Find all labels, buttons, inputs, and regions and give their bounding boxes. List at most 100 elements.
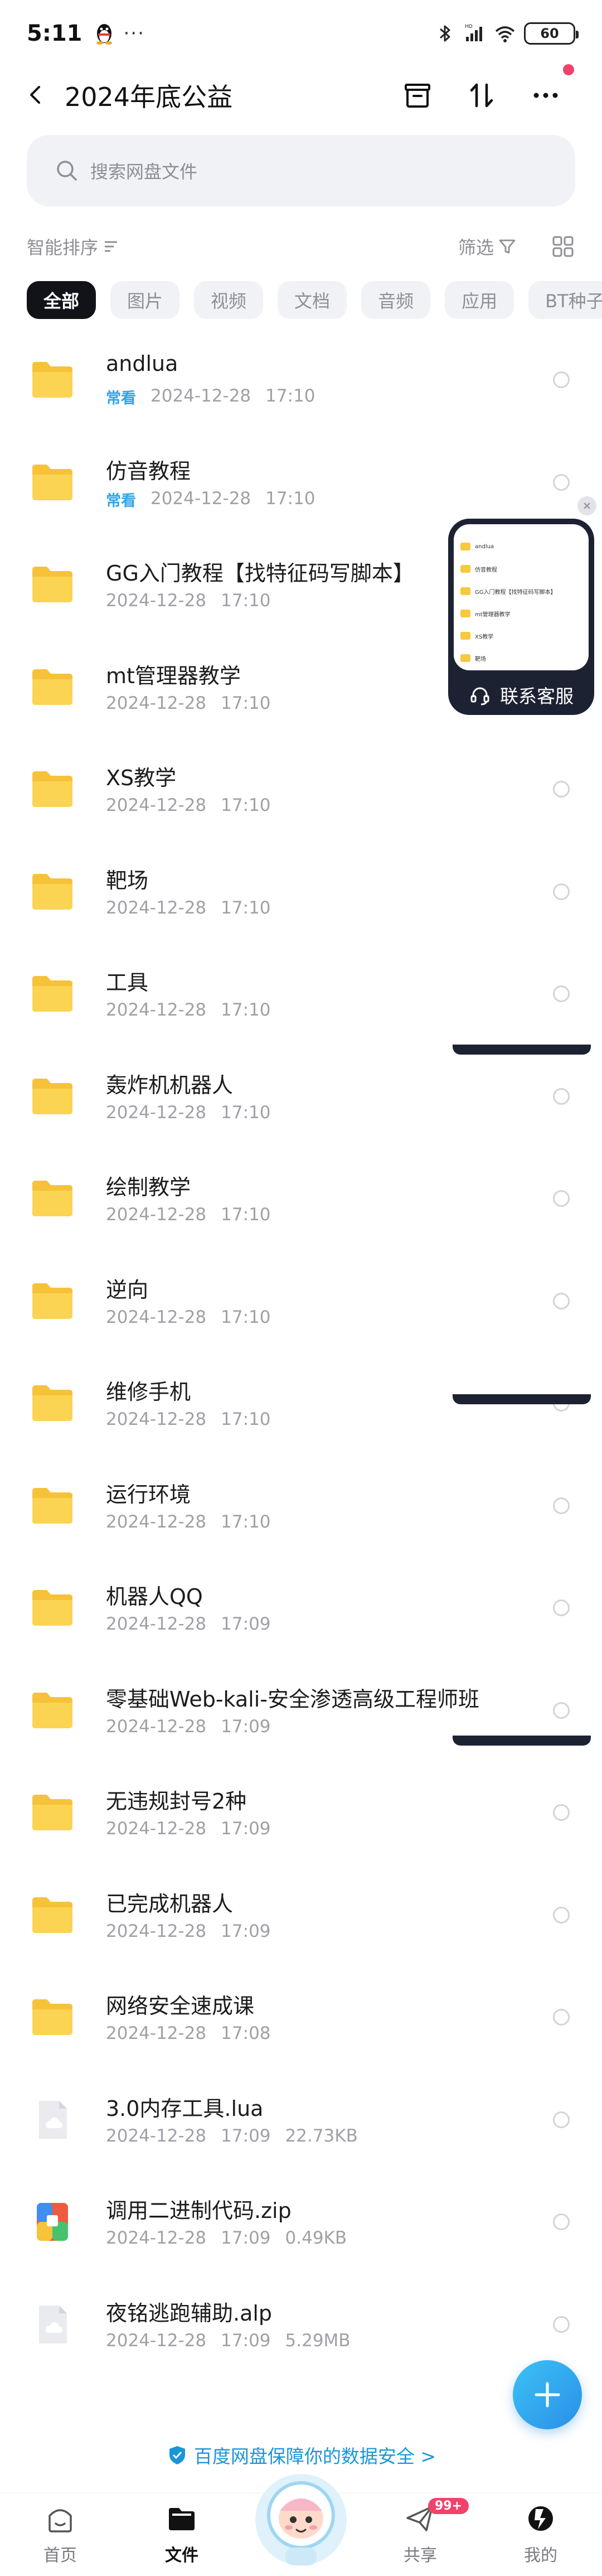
select-radio[interactable] bbox=[553, 2009, 570, 2026]
file-time: 17:09 bbox=[221, 1614, 271, 1634]
select-radio[interactable] bbox=[553, 371, 570, 388]
file-time: 17:09 bbox=[221, 1921, 271, 1941]
folder-icon bbox=[32, 669, 72, 705]
select-radio[interactable] bbox=[553, 1599, 570, 1616]
file-row[interactable]: 绘制教学 2024-12-28 17:10 bbox=[0, 1148, 602, 1250]
file-row[interactable]: 运行环境 2024-12-28 17:10 bbox=[0, 1455, 602, 1558]
frequent-tag: 常看 bbox=[106, 390, 136, 407]
file-row[interactable]: 靶场 2024-12-28 17:10 bbox=[0, 841, 602, 944]
nav-share-label: 共享 bbox=[404, 2546, 437, 2565]
file-date: 2024-12-28 bbox=[106, 2330, 207, 2351]
status-time: 5:11 bbox=[27, 21, 82, 46]
file-row[interactable]: andlua 常看 2024-12-28 17:10 bbox=[0, 329, 602, 432]
chip-all[interactable]: 全部 bbox=[27, 281, 96, 319]
more-dots-icon[interactable] bbox=[530, 79, 562, 112]
overlay-tab-strip bbox=[453, 1736, 591, 1746]
file-meta: 2024-12-28 17:10 bbox=[106, 1000, 271, 1020]
file-row[interactable]: 工具 2024-12-28 17:10 bbox=[0, 943, 602, 1046]
file-row[interactable]: 轰炸机机器人 2024-12-28 17:10 bbox=[0, 1046, 602, 1148]
select-radio[interactable] bbox=[553, 2111, 570, 2128]
mini-folder-icon bbox=[460, 565, 470, 573]
file-date: 2024-12-28 bbox=[106, 1511, 207, 1532]
file-name: 调用二进制代码.zip bbox=[106, 2198, 292, 2223]
nav-me[interactable]: 我的 bbox=[496, 2501, 585, 2566]
select-radio[interactable] bbox=[553, 2316, 570, 2333]
file-row[interactable]: 网络安全速成课 2024-12-28 17:08 bbox=[0, 1966, 602, 2069]
file-row[interactable]: 零基础Web-kali-安全渗透高级工程师班 2024-12-28 17:09 bbox=[0, 1660, 602, 1762]
select-radio[interactable] bbox=[553, 1497, 570, 1514]
preview-item: mt管理器教学 bbox=[460, 602, 582, 625]
select-radio[interactable] bbox=[553, 2213, 570, 2230]
add-fab-button[interactable] bbox=[513, 2360, 582, 2429]
file-time: 17:09 bbox=[221, 2228, 271, 2248]
select-radio[interactable] bbox=[553, 1906, 570, 1923]
file-meta: 常看 2024-12-28 17:10 bbox=[106, 489, 315, 510]
search-bar[interactable]: 搜索网盘文件 bbox=[27, 135, 575, 206]
file-name: mt管理器教学 bbox=[106, 663, 241, 688]
sort-arrows-icon[interactable] bbox=[465, 79, 498, 112]
file-row[interactable]: 已完成机器人 2024-12-28 17:09 bbox=[0, 1864, 602, 1967]
file-row[interactable]: 无违规封号2种 2024-12-28 17:09 bbox=[0, 1762, 602, 1864]
file-meta: 2024-12-28 17:10 bbox=[106, 1307, 271, 1327]
smart-sort-label[interactable]: 智能排序 bbox=[27, 234, 98, 259]
nav-files[interactable]: 文件 bbox=[137, 2501, 226, 2566]
chip-documents[interactable]: 文档 bbox=[278, 281, 347, 319]
select-radio[interactable] bbox=[553, 1292, 570, 1309]
select-radio[interactable] bbox=[553, 1804, 570, 1821]
svg-text:HD: HD bbox=[465, 24, 473, 30]
battery-icon: 60 bbox=[524, 22, 579, 45]
select-radio[interactable] bbox=[553, 1702, 570, 1719]
file-row[interactable]: 夜铭逃跑辅助.alp 2024-12-28 17:09 5.29MB bbox=[0, 2274, 602, 2376]
preview-item: andlua bbox=[460, 535, 582, 558]
mini-folder-icon bbox=[460, 543, 470, 550]
grid-view-icon[interactable] bbox=[551, 234, 575, 259]
file-date: 2024-12-28 bbox=[106, 1409, 207, 1429]
file-row[interactable]: 调用二进制代码.zip 2024-12-28 17:09 0.49KB bbox=[0, 2171, 602, 2274]
select-radio[interactable] bbox=[553, 883, 570, 900]
back-arrow-icon[interactable] bbox=[25, 84, 47, 106]
folder-icon bbox=[32, 1385, 72, 1421]
widget-close-button[interactable] bbox=[577, 496, 596, 515]
chip-apps[interactable]: 应用 bbox=[445, 281, 514, 319]
mascot-astronaut-icon[interactable] bbox=[245, 2464, 357, 2570]
file-row[interactable]: 3.0内存工具.lua 2024-12-28 17:09 22.73KB bbox=[0, 2069, 602, 2172]
file-name: 夜铭逃跑辅助.alp bbox=[106, 2300, 273, 2326]
file-meta: 2024-12-28 17:09 bbox=[106, 1717, 271, 1737]
frequent-tag: 常看 bbox=[106, 492, 136, 510]
sort-lines-icon[interactable] bbox=[101, 236, 122, 257]
customer-service-widget[interactable]: andlua 仿音教程 GG入门教程【找特征码写脚本】 mt管理器教学 XS教学… bbox=[448, 519, 594, 715]
chip-audio[interactable]: 音频 bbox=[361, 281, 431, 319]
archive-box-icon[interactable] bbox=[401, 79, 434, 112]
select-radio[interactable] bbox=[553, 473, 570, 491]
file-date: 2024-12-28 bbox=[106, 1819, 207, 1839]
chip-videos[interactable]: 视频 bbox=[194, 281, 264, 319]
mini-folder-icon bbox=[460, 610, 470, 617]
select-radio[interactable] bbox=[553, 985, 570, 1002]
bluetooth-icon bbox=[440, 25, 450, 42]
preview-item-label: GG入门教程【找特征码写脚本】 bbox=[475, 589, 556, 596]
select-radio[interactable] bbox=[553, 1088, 570, 1105]
shield-icon bbox=[169, 2446, 185, 2464]
nav-files-label: 文件 bbox=[165, 2546, 198, 2565]
file-row[interactable]: XS教学 2024-12-28 17:10 bbox=[0, 738, 602, 841]
search-icon bbox=[57, 161, 77, 181]
wifi-icon bbox=[495, 26, 515, 42]
file-row[interactable]: 机器人QQ 2024-12-28 17:09 bbox=[0, 1557, 602, 1660]
chip-bt-seed[interactable]: BT种子 bbox=[528, 281, 602, 319]
folder-icon bbox=[32, 1487, 72, 1524]
file-row[interactable]: 逆向 2024-12-28 17:10 bbox=[0, 1250, 602, 1353]
filter-button[interactable]: 筛选 bbox=[458, 234, 517, 259]
file-name: 逆向 bbox=[106, 1277, 149, 1302]
file-size: 5.29MB bbox=[285, 2330, 351, 2351]
select-radio[interactable] bbox=[553, 1190, 570, 1207]
chip-images[interactable]: 图片 bbox=[110, 281, 180, 319]
select-radio[interactable] bbox=[553, 781, 570, 798]
file-time: 17:10 bbox=[221, 1102, 271, 1123]
search-input[interactable]: 搜索网盘文件 bbox=[90, 158, 197, 183]
contact-service-button[interactable]: 联系客服 bbox=[448, 675, 594, 715]
preview-item-label: XS教学 bbox=[475, 634, 494, 640]
folder-icon bbox=[32, 1078, 72, 1114]
nav-home[interactable]: 首页 bbox=[16, 2501, 105, 2566]
nav-share[interactable]: 99+ 共享 bbox=[376, 2498, 469, 2566]
folder-icon bbox=[32, 362, 72, 398]
